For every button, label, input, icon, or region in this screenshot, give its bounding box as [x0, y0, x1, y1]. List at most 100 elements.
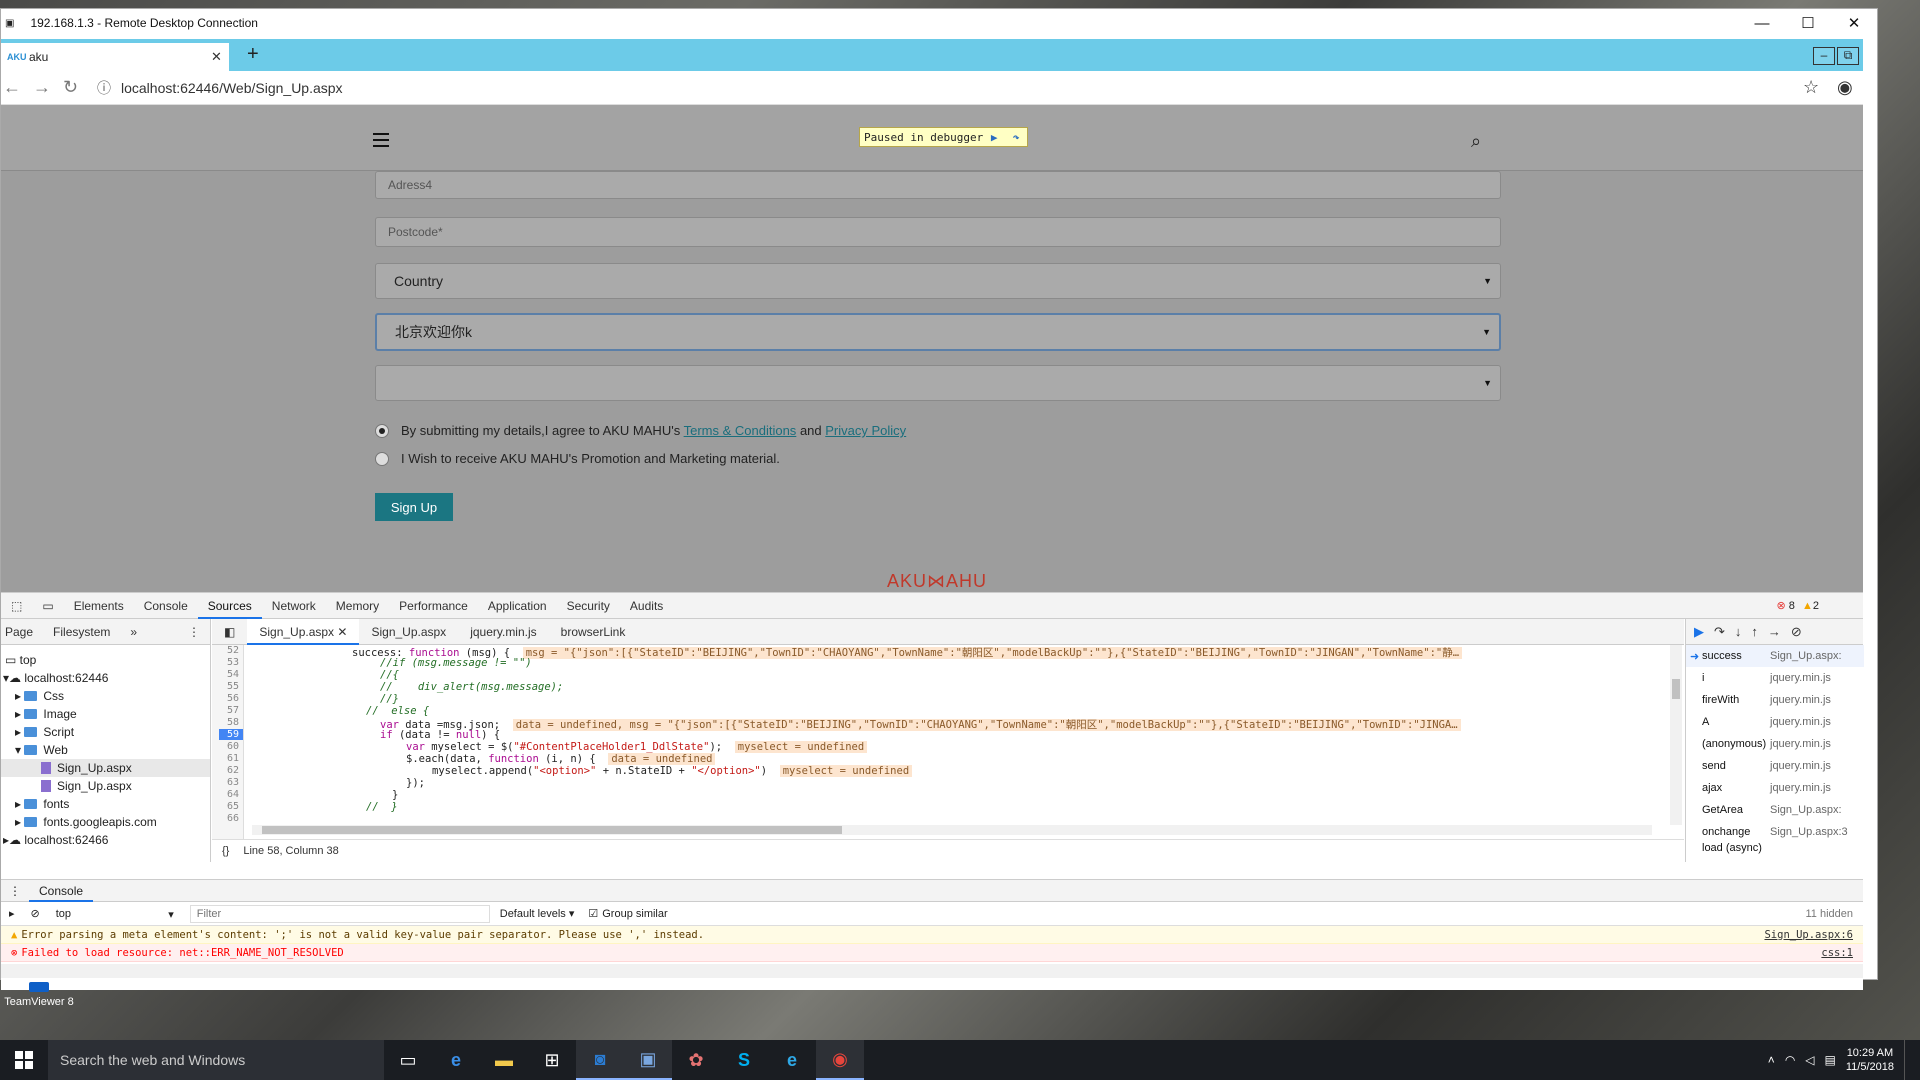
step-icon[interactable]: →	[1768, 624, 1781, 639]
call-frame[interactable]: GetArea Sign_Up.aspx:	[1686, 799, 1864, 821]
reload-icon[interactable]: ↻	[63, 77, 78, 98]
browser-tab[interactable]: AKU aku ✕	[1, 43, 229, 71]
horizontal-scrollbar[interactable]	[252, 825, 1652, 835]
scrollbar-thumb[interactable]	[1672, 679, 1680, 699]
volume-icon[interactable]: ◁	[1805, 1053, 1814, 1067]
forward-arrow-icon[interactable]: →	[33, 77, 51, 98]
privacy-link[interactable]: Privacy Policy	[825, 423, 906, 438]
more-tabs-icon[interactable]: »	[120, 625, 147, 639]
start-button[interactable]	[0, 1040, 48, 1080]
task-view-icon[interactable]: ▭	[384, 1040, 432, 1080]
chrome-icon[interactable]: ◉	[816, 1040, 864, 1080]
error-warning-counter[interactable]: ⊗ 8 ▲2	[1777, 599, 1819, 612]
taskbar-search-box[interactable]: Search the web and Windows	[48, 1040, 384, 1080]
tab-console[interactable]: Console	[134, 593, 198, 619]
line-number[interactable]: 55	[227, 681, 239, 692]
line-number[interactable]: 56	[227, 693, 239, 704]
step-over-icon[interactable]: ↷	[1714, 624, 1725, 640]
tab-network[interactable]: Network	[262, 593, 326, 619]
editor-tab-signup[interactable]: Sign_Up.aspx ✕	[247, 618, 360, 645]
line-number[interactable]: 61	[227, 753, 239, 764]
tree-item-localhost-2[interactable]: ▸☁ localhost:62466	[3, 831, 108, 849]
notification-icon[interactable]: ▤	[1825, 1053, 1836, 1067]
call-frame[interactable]: ajax jquery.min.js	[1686, 777, 1864, 799]
chevron-up-icon[interactable]: ˄	[1768, 1053, 1775, 1067]
deactivate-breakpoints-icon[interactable]: ⊘	[1791, 624, 1802, 640]
tree-item-css[interactable]: ▸ Css	[15, 687, 64, 705]
profile-icon[interactable]: ◉	[1837, 77, 1853, 98]
step-over-icon[interactable]: ↷	[1005, 131, 1027, 144]
vertical-scrollbar[interactable]	[1670, 645, 1682, 825]
inner-minimize-button[interactable]: –	[1813, 47, 1835, 65]
tab-close-icon[interactable]: ✕	[211, 49, 229, 65]
search-icon[interactable]: ⌕	[1471, 131, 1481, 152]
tree-item-image[interactable]: ▸ Image	[15, 705, 77, 723]
code-area[interactable]: success: function (msg) { msg = "{"json"…	[252, 645, 1672, 839]
editor-tab-jquery[interactable]: jquery.min.js	[458, 619, 548, 645]
clock[interactable]: 10:29 AM 11/5/2018	[1846, 1046, 1894, 1074]
tree-item-web[interactable]: ▾ Web	[15, 741, 68, 759]
sidebar-toggle-icon[interactable]: ▸	[1, 907, 23, 920]
close-button[interactable]: ✕	[1831, 9, 1877, 37]
minimize-button[interactable]: —	[1739, 9, 1785, 37]
resume-icon[interactable]: ▶	[983, 131, 1005, 144]
console-drawer-tab[interactable]: Console	[29, 880, 94, 902]
terms-link[interactable]: Terms & Conditions	[684, 423, 797, 438]
postcode-field[interactable]: Postcode*	[375, 217, 1501, 247]
maximize-button[interactable]: ☐	[1785, 9, 1831, 37]
teamviewer-desktop-icon[interactable]: TeamViewer 8	[4, 982, 74, 1008]
line-number[interactable]: 62	[227, 765, 239, 776]
line-number[interactable]: 66	[227, 813, 239, 824]
call-frame[interactable]: send jquery.min.js	[1686, 755, 1864, 777]
tab-sources[interactable]: Sources	[197, 593, 262, 619]
new-tab-button[interactable]: +	[247, 43, 259, 66]
show-desktop-button[interactable]	[1904, 1040, 1908, 1080]
tab-page[interactable]: Page	[0, 625, 43, 639]
editor-tab-signup-2[interactable]: Sign_Up.aspx	[359, 619, 458, 645]
tree-item-localhost[interactable]: ▾☁ localhost:62446	[3, 669, 108, 687]
call-frame[interactable]: Ajquery.min.js	[1686, 711, 1864, 733]
call-frame[interactable]: ➜ success Sign_Up.aspx:	[1686, 645, 1864, 667]
console-filter-input[interactable]	[189, 904, 490, 923]
resume-icon[interactable]: ▶	[1694, 624, 1704, 640]
breakpoint-line-number[interactable]: 59	[218, 729, 243, 740]
agree-radio[interactable]	[375, 424, 389, 438]
kebab-menu-icon[interactable]: ⋮	[178, 625, 210, 639]
country-select[interactable]: Country ▼	[375, 263, 1501, 299]
line-number[interactable]: 54	[227, 669, 239, 680]
tree-item-signup[interactable]: Sign_Up.aspx	[41, 777, 132, 795]
edge-icon[interactable]: e	[432, 1040, 480, 1080]
tab-performance[interactable]: Performance	[389, 593, 478, 619]
wifi-icon[interactable]: ◠	[1785, 1053, 1795, 1067]
outlook-icon[interactable]: ◙	[576, 1040, 624, 1080]
pretty-print-icon[interactable]: {}	[222, 845, 229, 857]
drawer-menu-icon[interactable]: ⋮	[1, 884, 29, 898]
call-frame[interactable]: fireWith jquery.min.js	[1686, 689, 1864, 711]
town-select[interactable]: ▼	[375, 365, 1501, 401]
tree-item-script[interactable]: ▸ Script	[15, 723, 74, 741]
tree-item-top[interactable]: ▭ top	[5, 651, 36, 669]
tab-application[interactable]: Application	[478, 593, 557, 619]
url-field[interactable]: ⓘ localhost:62446/Web/Sign_Up.aspx	[97, 75, 1797, 101]
message-source-link[interactable]: css:1	[1821, 947, 1853, 959]
paint-icon[interactable]: ✿	[672, 1040, 720, 1080]
bookmark-star-icon[interactable]: ☆	[1803, 77, 1819, 98]
message-source-link[interactable]: Sign_Up.aspx:6	[1764, 929, 1853, 941]
inspect-element-icon[interactable]: ⬚	[1, 593, 32, 619]
step-into-icon[interactable]: ↓	[1735, 624, 1742, 639]
tab-security[interactable]: Security	[557, 593, 620, 619]
line-number[interactable]: 64	[227, 789, 239, 800]
step-out-icon[interactable]: ↑	[1751, 624, 1758, 639]
line-number[interactable]: 57	[227, 705, 239, 716]
editor-tab-browserlink[interactable]: browserLink	[549, 619, 638, 645]
default-levels-dropdown[interactable]: Default levels ▾	[500, 907, 575, 920]
group-similar-checkbox[interactable]: ☑	[588, 907, 598, 920]
device-toolbar-icon[interactable]: ▭	[32, 593, 63, 619]
tab-memory[interactable]: Memory	[326, 593, 389, 619]
line-number[interactable]: 60	[227, 741, 239, 752]
remote-desktop-icon[interactable]: ▣	[624, 1040, 672, 1080]
close-icon[interactable]: ✕	[337, 625, 347, 639]
hamburger-menu-icon[interactable]	[373, 133, 389, 147]
tab-audits[interactable]: Audits	[620, 593, 673, 619]
context-select[interactable]: top ▾	[48, 908, 180, 921]
